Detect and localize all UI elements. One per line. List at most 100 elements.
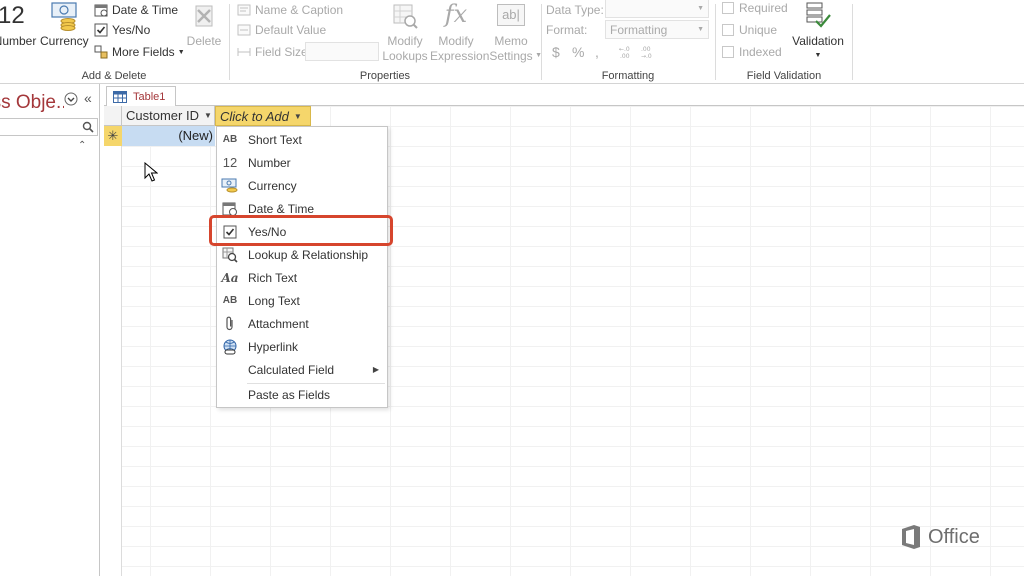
unique-checkbox[interactable]: Unique [722, 20, 777, 40]
chevron-down-icon: ▼ [697, 5, 704, 12]
column-header-click-to-add[interactable]: Click to Add ▼ [215, 106, 311, 126]
nav-title[interactable]: All Access Obje... [0, 92, 64, 114]
short-text-icon: AB [222, 134, 238, 145]
chevron-down-icon[interactable]: ▼ [294, 112, 302, 121]
search-icon [82, 121, 94, 133]
rich-text-icon: Aa [221, 270, 239, 285]
document-tabstrip: Table1 [104, 84, 1024, 107]
menu-item-lookup-relationship[interactable]: Lookup & Relationship [217, 243, 387, 266]
menu-item-paste-as-fields[interactable]: Paste as Fields [217, 383, 387, 406]
menu-item-attachment[interactable]: Attachment [217, 312, 387, 335]
chevron-down-icon[interactable]: ▼ [204, 111, 212, 120]
modify-lookups-icon [393, 4, 418, 29]
percent-format-button[interactable]: % [572, 42, 584, 62]
group-separator [852, 4, 853, 80]
collapse-pane-icon[interactable]: « [84, 90, 98, 106]
field-size-icon [236, 45, 251, 60]
modify-lookups-button[interactable]: Modify Lookups [382, 0, 428, 63]
nav-menu-dropdown-icon[interactable] [64, 92, 78, 106]
hyperlink-globe-icon [217, 339, 243, 355]
data-type-menu: AB Short Text 12 Number Currency Date & … [216, 126, 388, 408]
new-record-icon[interactable]: ✳ [104, 126, 122, 146]
collapse-group-icon[interactable]: ⌃ [78, 140, 86, 151]
data-type-label: Data Type: [546, 3, 604, 17]
currency-button[interactable]: Currency [40, 0, 89, 62]
number-button[interactable]: 12 Number [0, 0, 38, 62]
menu-item-calculated-field[interactable]: Calculated Field ▶ [217, 358, 387, 381]
group-formatting: Data Type: ▼ Format: Formatting ▼ $ % , … [542, 0, 714, 84]
menu-item-rich-text[interactable]: Aa Rich Text [217, 266, 387, 289]
svg-text:.00: .00 [620, 53, 630, 60]
delete-button[interactable]: Delete [184, 0, 224, 62]
more-fields-button[interactable]: More Fields ▼ [93, 42, 185, 62]
nav-search-input[interactable] [0, 118, 98, 136]
yes-no-button[interactable]: Yes/No [93, 20, 150, 40]
tab-table1[interactable]: Table1 [106, 86, 176, 107]
svg-text:←.0: ←.0 [619, 46, 630, 53]
table-icon [113, 90, 127, 103]
validation-icon [806, 2, 831, 28]
decrease-decimals-icon: .00→.0 [641, 46, 652, 60]
office-logo-icon [902, 525, 920, 549]
memo-settings-icon: ab| [497, 4, 525, 26]
group-add-delete: 12 Number Currency Date & Time Yes/No [0, 0, 228, 84]
new-record-row: ✳ (New) [104, 126, 215, 146]
memo-settings-button[interactable]: ab| Memo Settings ▼ [486, 0, 542, 63]
checkbox-checked-icon [93, 23, 108, 38]
name-caption-button[interactable]: Name & Caption [236, 0, 343, 20]
select-all-corner[interactable] [104, 106, 122, 126]
data-type-select[interactable]: ▼ [605, 0, 709, 18]
default-value-button[interactable]: Default Value [236, 20, 326, 40]
field-size-label: Field Size [236, 42, 308, 62]
currency-format-button[interactable]: $ [552, 42, 560, 62]
decrease-decimals-button[interactable]: .00 →.0 [640, 42, 658, 62]
svg-text:→.0: →.0 [641, 53, 652, 60]
function-icon: fx [444, 0, 468, 28]
nav-title-clip: All Access Obje... [0, 84, 64, 114]
group-properties: Name & Caption Default Value Field Size … [230, 0, 542, 84]
checkbox-icon [722, 2, 734, 14]
validation-button[interactable]: Validation ▼ [790, 0, 846, 62]
increase-decimals-button[interactable]: ←.0.00 [618, 42, 636, 62]
submenu-arrow-icon: ▶ [372, 365, 379, 374]
format-label: Format: [546, 23, 588, 37]
checkbox-icon [722, 46, 734, 58]
lookup-icon [217, 247, 243, 263]
indexed-checkbox[interactable]: Indexed [722, 42, 782, 62]
more-fields-icon [93, 45, 108, 60]
calendar-icon [93, 3, 108, 18]
mouse-cursor-icon [144, 162, 158, 182]
new-record-cell[interactable]: (New) [122, 126, 215, 146]
row-selector-column [104, 106, 122, 576]
comma-format-button[interactable]: , [595, 42, 599, 62]
number-icon: 12 [222, 155, 238, 170]
group-field-validation: Required Unique Indexed Validation ▼ Fie… [716, 0, 852, 84]
yes-no-highlight-box [209, 215, 393, 246]
chevron-down-icon: ▼ [814, 52, 822, 59]
currency-icon [217, 178, 243, 194]
long-text-icon: AB [222, 295, 238, 306]
office-logo: Office [900, 524, 980, 550]
default-value-icon [236, 23, 251, 38]
delete-icon [195, 5, 213, 27]
currency-icon [51, 2, 77, 31]
increase-decimals-icon: ←.0.00 [619, 46, 630, 60]
menu-item-number[interactable]: 12 Number [217, 151, 387, 174]
chevron-down-icon: ▼ [697, 26, 704, 33]
checkbox-icon [722, 24, 734, 36]
required-checkbox[interactable]: Required [722, 0, 788, 18]
menu-item-currency[interactable]: Currency [217, 174, 387, 197]
menu-item-long-text[interactable]: AB Long Text [217, 289, 387, 312]
date-time-button[interactable]: Date & Time [93, 0, 178, 20]
menu-item-hyperlink[interactable]: Hyperlink [217, 335, 387, 358]
column-header-customer-id[interactable]: Customer ID ▼ [122, 106, 215, 126]
field-size-input[interactable] [305, 42, 379, 61]
paperclip-icon [217, 316, 243, 332]
svg-text:.00: .00 [641, 46, 651, 53]
format-select[interactable]: Formatting ▼ [605, 20, 709, 39]
modify-expression-button[interactable]: fx Modify Expression [430, 0, 489, 63]
number-icon: 12 [0, 2, 25, 29]
navigation-pane: All Access Obje... « ⌃ [0, 84, 100, 576]
name-caption-icon [236, 3, 251, 18]
menu-item-short-text[interactable]: AB Short Text [217, 128, 387, 151]
